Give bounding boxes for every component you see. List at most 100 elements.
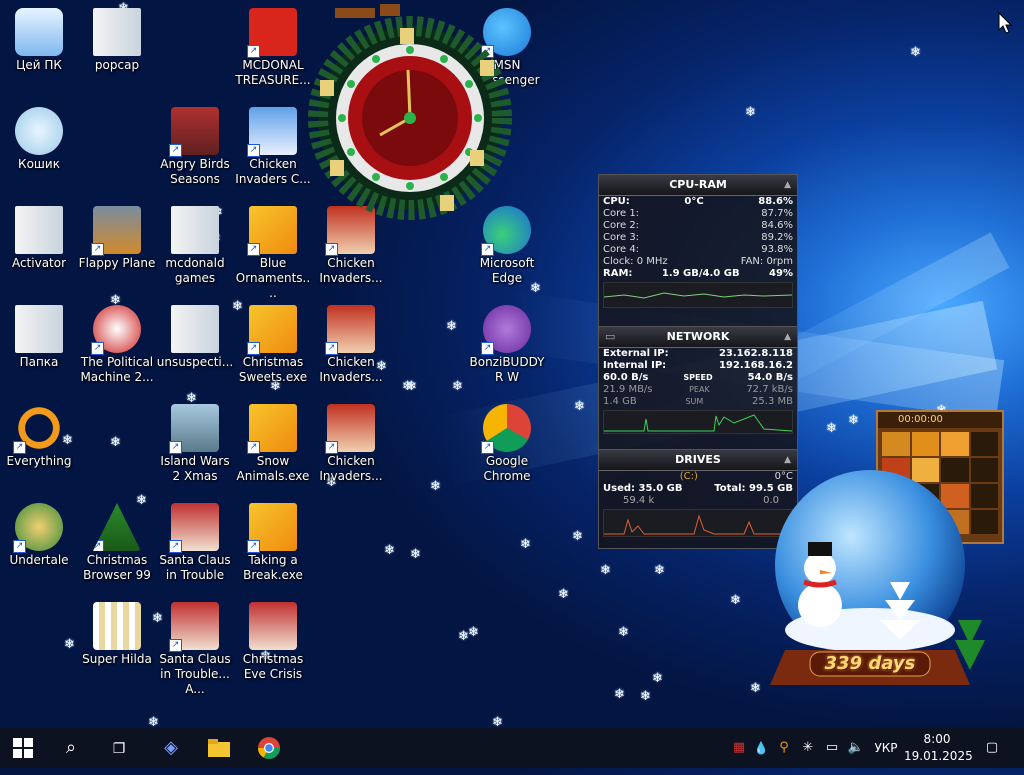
core-row: Core 2: 84.6%: [599, 220, 797, 232]
desktop-icon[interactable]: ↗ Flappy Plane: [78, 202, 156, 298]
shortcut-arrow-icon: ↗: [169, 144, 182, 157]
tray-drop-icon[interactable]: 💧: [752, 728, 770, 768]
cpu-ram-gadget[interactable]: CPU-RAM ▲ CPU: 0°C 88.6% Core 1: 87.7% Cor…: [598, 174, 798, 328]
desktop-icon[interactable]: ↗ Undertale: [0, 499, 78, 595]
tray-app-icon[interactable]: ▦: [728, 728, 750, 768]
chrome-taskbar-button[interactable]: [246, 728, 292, 768]
clock-date: 19.01.2025: [904, 749, 973, 763]
shortcut-arrow-icon: ↗: [325, 441, 338, 454]
santa-icon: [249, 602, 297, 650]
desktop-icon[interactable]: ↗ Christmas Sweets.exe: [234, 301, 312, 397]
notifications-button[interactable]: ▢: [978, 728, 1006, 768]
external-ip-row: External IP: 23.162.8.118: [599, 348, 797, 360]
folder-icon: [171, 206, 219, 254]
copilot-button[interactable]: ◈: [148, 728, 194, 768]
snowflake-icon: ❄: [652, 671, 663, 686]
network-gadget[interactable]: ▭ NETWORK ▲ External IP: 23.162.8.118 Inter…: [598, 326, 798, 450]
drive-usage-row: Used: 35.0 GB Total: 99.5 GB: [599, 483, 797, 495]
search-button[interactable]: ⌕: [48, 728, 94, 768]
volume-icon[interactable]: 🔈: [846, 728, 866, 768]
ram-graph: [603, 282, 793, 308]
start-button[interactable]: [0, 728, 46, 768]
external-ip-value: 23.162.8.118: [718, 348, 793, 359]
snowflake-icon: ❄: [64, 637, 75, 652]
desktop-icon[interactable]: ↗ Snow Animals.exe: [234, 400, 312, 496]
collapse-icon[interactable]: ▲: [784, 327, 791, 347]
desktop-icon-label: Taking a Break.exe: [243, 553, 303, 582]
desktop-icon[interactable]: Папка: [0, 301, 78, 397]
chicken-icon: ↗: [325, 305, 375, 355]
ram-value: 49%: [769, 268, 793, 279]
snowflake-icon: ❄: [574, 399, 585, 414]
shortcut-arrow-icon: ↗: [247, 144, 260, 157]
cpu-value: 88.6%: [758, 196, 793, 207]
desktop-icon[interactable]: ↗ Island Wars 2 Xmas: [156, 400, 234, 496]
cpu-temp: 0°C: [684, 196, 704, 207]
network-title: NETWORK: [666, 330, 730, 343]
search-app-icon: ↗: [13, 404, 63, 454]
snow-globe-gadget[interactable]: 339 days: [770, 470, 1000, 698]
chicken-icon: ↗: [325, 404, 375, 454]
desktop-icon[interactable]: Кошик: [0, 103, 78, 199]
shortcut-arrow-icon: ↗: [169, 441, 182, 454]
desktop-icon[interactable]: unsuspecti...: [156, 301, 234, 397]
drive-letter: (C:): [679, 471, 698, 482]
desktop-icon[interactable]: Activator: [0, 202, 78, 298]
language-indicator[interactable]: УКР: [870, 728, 902, 768]
drives-gadget[interactable]: DRIVES ▲ (C:) 0°C Used: 35.0 GB Total: 99.5…: [598, 449, 798, 549]
desktop-icon[interactable]: ↗ The Political Machine 2...: [78, 301, 156, 397]
desktop-icon[interactable]: ↗ Chicken Invaders...: [312, 400, 390, 496]
speed-down: 60.0 B/s: [603, 372, 649, 383]
snowflake-icon: ❄: [826, 421, 837, 436]
flappy-plane-icon: ↗: [91, 206, 141, 256]
angry-birds-icon: ↗: [169, 107, 219, 157]
collapse-icon[interactable]: ▲: [784, 450, 791, 470]
desktop-icon[interactable]: ↗ Google Chrome: [468, 400, 546, 496]
desktop-icon-label: mcdonald games: [165, 256, 225, 285]
desktop-icon[interactable]: ↗ Santa Claus in Trouble: [156, 499, 234, 595]
snowflake-icon: ❄: [572, 529, 583, 544]
file-explorer-icon: [208, 739, 230, 757]
mcdonalds-icon: ↗: [247, 8, 297, 58]
desktop-icon[interactable]: mcdonald games: [156, 202, 234, 298]
desktop-icon[interactable]: Christmas Eve Crisis: [234, 598, 312, 694]
chrome-icon: [258, 737, 280, 759]
installer-icon: ↗: [247, 503, 297, 553]
network-tray-icon[interactable]: ▭: [822, 728, 842, 768]
desktop-icon[interactable]: ↗ Everything: [0, 400, 78, 496]
desktop-icon[interactable]: Super Hilda: [78, 598, 156, 694]
desktop-icon[interactable]: ↗ BonziBUDDYR W: [468, 301, 546, 397]
desktop-icon-label: Christmas Browser 99: [83, 553, 151, 582]
mouse-cursor: [998, 12, 1012, 34]
desktop-icon[interactable]: ↗ Christmas Browser 99: [78, 499, 156, 595]
chrome-icon: ↗: [481, 404, 531, 454]
cpu-ram-header: CPU-RAM ▲: [599, 175, 797, 196]
cpu-label: CPU:: [603, 196, 630, 207]
sum-label: SUM: [685, 397, 704, 406]
desktop-icon-label: unsuspecti...: [156, 355, 234, 369]
peak-row: 21.9 MB/s PEAK 72.7 kB/s: [599, 384, 797, 396]
shortcut-arrow-icon: ↗: [247, 540, 260, 553]
desktop-icon[interactable]: ↗ Chicken Invaders...: [312, 301, 390, 397]
wreath-clock-gadget[interactable]: [300, 0, 520, 230]
snowflake-tray-icon[interactable]: ✳: [798, 728, 818, 768]
desktop-icon-label: The Political Machine 2...: [80, 355, 154, 384]
desktop-icon-label: Activator: [11, 256, 67, 270]
desktop-icon[interactable]: popcap: [78, 4, 156, 100]
core-row: Core 4: 93.8%: [599, 244, 797, 256]
desktop: ❄ ❄ ❄ ❄ ❄ ❄ ❄ ❄ ❄ ❄ ❄ ❄ ❄ ❄ ❄ ❄ ❄ ❄ ❄ ❄ ❄ ❄ ❄ ❄ ❄ ❄ ❄ ❄ ❄ ❄ ❄ ❄ ❄ ❄ ❄ ❄ ❄ ❄ ❄ ❄…: [0, 0, 1024, 728]
desktop-icon[interactable]: ↗ Taking a Break.exe: [234, 499, 312, 595]
snowflake-icon: ❄: [110, 435, 121, 450]
collapse-icon[interactable]: ▲: [784, 175, 791, 195]
everything-tray-icon[interactable]: ⚲: [774, 728, 794, 768]
desktop-icon[interactable]: ↗ Angry Birds Seasons: [156, 103, 234, 199]
desktop-icon-label: Microsoft Edge: [479, 256, 535, 285]
desktop-icon[interactable]: Цей ПК: [0, 4, 78, 100]
file-explorer-button[interactable]: [196, 728, 242, 768]
clock[interactable]: 8:00 19.01.2025: [904, 731, 973, 765]
task-view-button[interactable]: ❐: [96, 728, 142, 768]
drive-io-row: 59.4 k 0.0: [599, 495, 797, 507]
desktop-icon-label: Папка: [19, 355, 59, 369]
desktop-icon[interactable]: ↗ Santa Claus in Trouble... A...: [156, 598, 234, 696]
desktop-icon-label: Flappy Plane: [78, 256, 156, 270]
